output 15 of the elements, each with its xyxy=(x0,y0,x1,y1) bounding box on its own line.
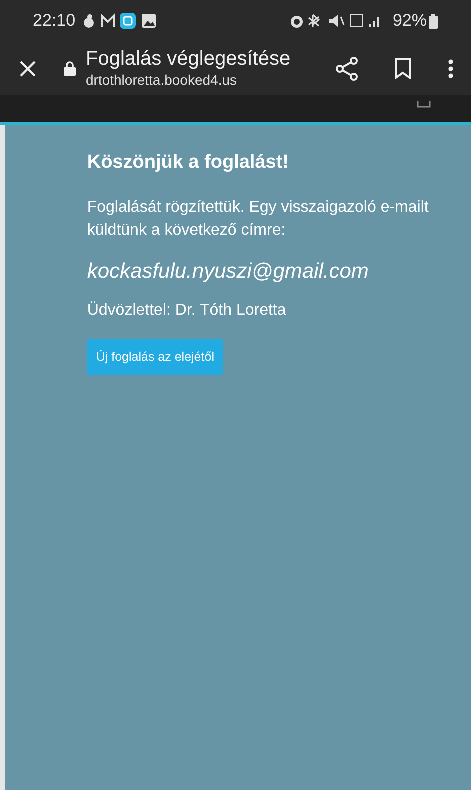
page-url: drtothloretta.booked4.us xyxy=(86,72,238,90)
lock-icon xyxy=(64,61,76,76)
close-icon xyxy=(20,60,36,76)
email-address: kockasfulu.nyuszi@gmail.com xyxy=(87,258,370,284)
signature: Üdvözlettel: Dr. Tóth Loretta xyxy=(87,300,288,321)
heading: Köszönjük a foglalást! xyxy=(87,151,290,175)
menu-icon xyxy=(448,58,454,78)
bookmark-icon xyxy=(395,58,411,79)
share-icon xyxy=(336,56,358,80)
page-title: Foglalás véglegesítése xyxy=(86,47,291,72)
clock: 22:10 xyxy=(33,10,76,32)
new-booking-button[interactable]: Új foglalás az elejétől xyxy=(87,339,224,375)
battery-percent: 92% xyxy=(392,10,427,32)
confirmation-message: Foglalását rögzítettük. Egy visszaigazoló e-mailt küldtünk a következő címre: xyxy=(87,198,430,240)
battery-icon xyxy=(429,14,438,28)
